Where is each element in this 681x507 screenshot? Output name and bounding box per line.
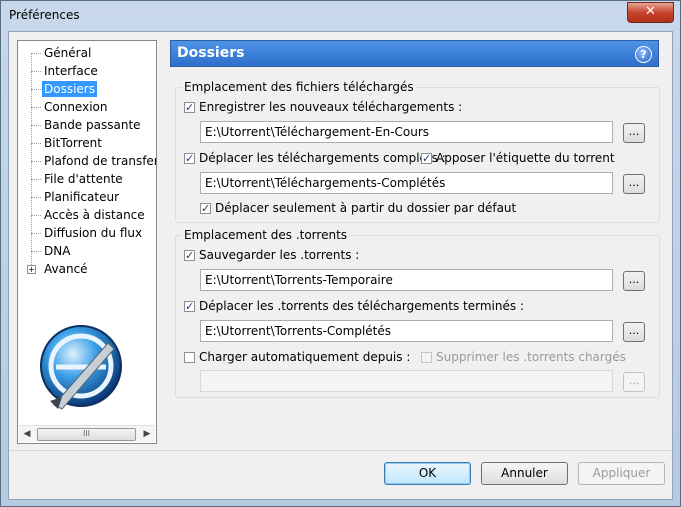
close-button[interactable]: ✕ xyxy=(627,2,674,23)
tree-item-dna[interactable]: DNA xyxy=(44,243,70,259)
apply-button[interactable]: Appliquer xyxy=(578,462,665,485)
store-new-checkbox[interactable]: Enregistrer les nouveaux téléchargements… xyxy=(184,100,462,115)
tree-connector xyxy=(31,179,41,180)
move-finished-torrents-checkbox[interactable]: Déplacer les .torrents des téléchargemen… xyxy=(184,299,524,314)
move-default-only-checkbox[interactable]: Déplacer seulement à partir du dossier p… xyxy=(200,201,516,216)
tree-connector xyxy=(31,233,41,234)
footer-separator xyxy=(9,450,672,451)
scroll-thumb[interactable]: III xyxy=(37,428,136,441)
checkbox-unchecked-icon[interactable] xyxy=(184,352,195,363)
torrents-group-title: Emplacement des .torrents xyxy=(182,228,350,242)
scroll-left-icon[interactable]: ◀ xyxy=(19,426,35,442)
utorrent-logo-icon xyxy=(40,325,122,410)
title-bar[interactable]: Préférences ✕ xyxy=(1,1,680,31)
tree-connector xyxy=(31,71,41,72)
dialog-client: Général Interface Dossiers Connexion Ban… xyxy=(8,31,673,500)
checkbox-checked-icon[interactable] xyxy=(184,299,195,314)
tree-connector xyxy=(31,215,41,216)
tree-item-dossiers[interactable]: Dossiers xyxy=(42,81,97,97)
cancel-button[interactable]: Annuler xyxy=(481,462,568,485)
move-completed-label: Déplacer les téléchargements complets : xyxy=(199,151,446,165)
tree-item-connexion[interactable]: Connexion xyxy=(44,99,108,115)
append-label-label: Apposer l'étiquette du torrent xyxy=(436,151,615,165)
checkbox-checked-icon[interactable] xyxy=(184,151,195,166)
delete-loaded-label: Supprimer les .torrents chargés xyxy=(436,350,626,364)
help-icon[interactable]: ? xyxy=(635,46,652,63)
tree-connector xyxy=(31,53,41,54)
checkbox-checked-icon[interactable] xyxy=(184,100,195,115)
tree-item-general[interactable]: Général xyxy=(44,45,91,61)
move-finished-path-input[interactable]: E:\Utorrent\Torrents-Complétés xyxy=(200,320,613,342)
tree-connector xyxy=(31,251,41,252)
tree-item-acces-distance[interactable]: Accès à distance xyxy=(44,207,145,223)
scroll-right-icon[interactable]: ▶ xyxy=(139,426,155,442)
torrents-location-group: Emplacement des .torrents Sauvegarder le… xyxy=(175,228,660,398)
store-torrents-label: Sauvegarder les .torrents : xyxy=(199,248,360,262)
tree-connector xyxy=(31,143,41,144)
checkbox-disabled-icon[interactable] xyxy=(421,352,432,363)
tree-connector xyxy=(31,197,41,198)
tree-guide-line xyxy=(31,53,32,273)
tree-item-interface[interactable]: Interface xyxy=(44,63,98,79)
move-finished-browse-button[interactable]: ... xyxy=(623,322,645,342)
tree-horizontal-scrollbar[interactable]: ◀ III ▶ xyxy=(19,425,155,442)
tree-connector xyxy=(31,161,41,162)
delete-loaded-checkbox[interactable]: Supprimer les .torrents chargés xyxy=(421,350,626,365)
preferences-window: Préférences ✕ Général Interface Dossiers… xyxy=(0,0,681,507)
tree-item-bittorrent[interactable]: BitTorrent xyxy=(44,135,102,151)
category-tree[interactable]: Général Interface Dossiers Connexion Ban… xyxy=(17,40,157,444)
section-header: Dossiers ? xyxy=(170,40,659,67)
tree-item-plafond[interactable]: Plafond de transfert xyxy=(44,153,156,169)
autoload-checkbox[interactable]: Charger automatiquement depuis : xyxy=(184,350,410,365)
tree-connector xyxy=(31,125,41,126)
tree-item-planificateur[interactable]: Planificateur xyxy=(44,189,119,205)
move-completed-path-input[interactable]: E:\Utorrent\Téléchargements-Complétés xyxy=(200,172,613,194)
store-new-label: Enregistrer les nouveaux téléchargements… xyxy=(199,100,463,114)
tree-item-diffusion[interactable]: Diffusion du flux xyxy=(44,225,142,241)
downloads-location-group: Emplacement des fichiers téléchargés Enr… xyxy=(175,80,660,223)
store-torrents-browse-button[interactable]: ... xyxy=(623,271,645,291)
ok-button[interactable]: OK xyxy=(384,462,471,485)
checkbox-checked-icon[interactable] xyxy=(200,201,211,216)
window-title: Préférences xyxy=(9,8,80,22)
store-torrents-checkbox[interactable]: Sauvegarder les .torrents : xyxy=(184,248,359,263)
autoload-label: Charger automatiquement depuis : xyxy=(199,350,411,364)
append-label-checkbox[interactable]: Apposer l'étiquette du torrent xyxy=(421,151,615,166)
move-completed-browse-button[interactable]: ... xyxy=(623,174,645,194)
move-finished-label: Déplacer les .torrents des téléchargemen… xyxy=(199,299,524,313)
store-new-path-input[interactable]: E:\Utorrent\Téléchargement-En-Cours xyxy=(200,121,613,143)
move-default-only-label: Déplacer seulement à partir du dossier p… xyxy=(215,201,517,215)
expand-icon[interactable]: + xyxy=(27,265,36,274)
store-torrents-path-input[interactable]: E:\Utorrent\Torrents-Temporaire xyxy=(200,269,613,291)
checkbox-checked-icon[interactable] xyxy=(184,248,195,263)
tree-item-file-attente[interactable]: File d'attente xyxy=(44,171,123,187)
tree-connector xyxy=(31,89,41,90)
downloads-group-title: Emplacement des fichiers téléchargés xyxy=(182,80,416,94)
autoload-path-input[interactable] xyxy=(200,370,613,392)
autoload-browse-button[interactable]: ... xyxy=(623,372,645,392)
tree-item-avance[interactable]: Avancé xyxy=(44,261,88,277)
store-new-browse-button[interactable]: ... xyxy=(623,123,645,143)
tree-item-bande-passante[interactable]: Bande passante xyxy=(44,117,141,133)
checkbox-checked-icon[interactable] xyxy=(421,151,432,166)
move-completed-checkbox[interactable]: Déplacer les téléchargements complets : xyxy=(184,151,446,166)
section-title: Dossiers xyxy=(177,45,245,61)
tree-connector xyxy=(31,107,41,108)
